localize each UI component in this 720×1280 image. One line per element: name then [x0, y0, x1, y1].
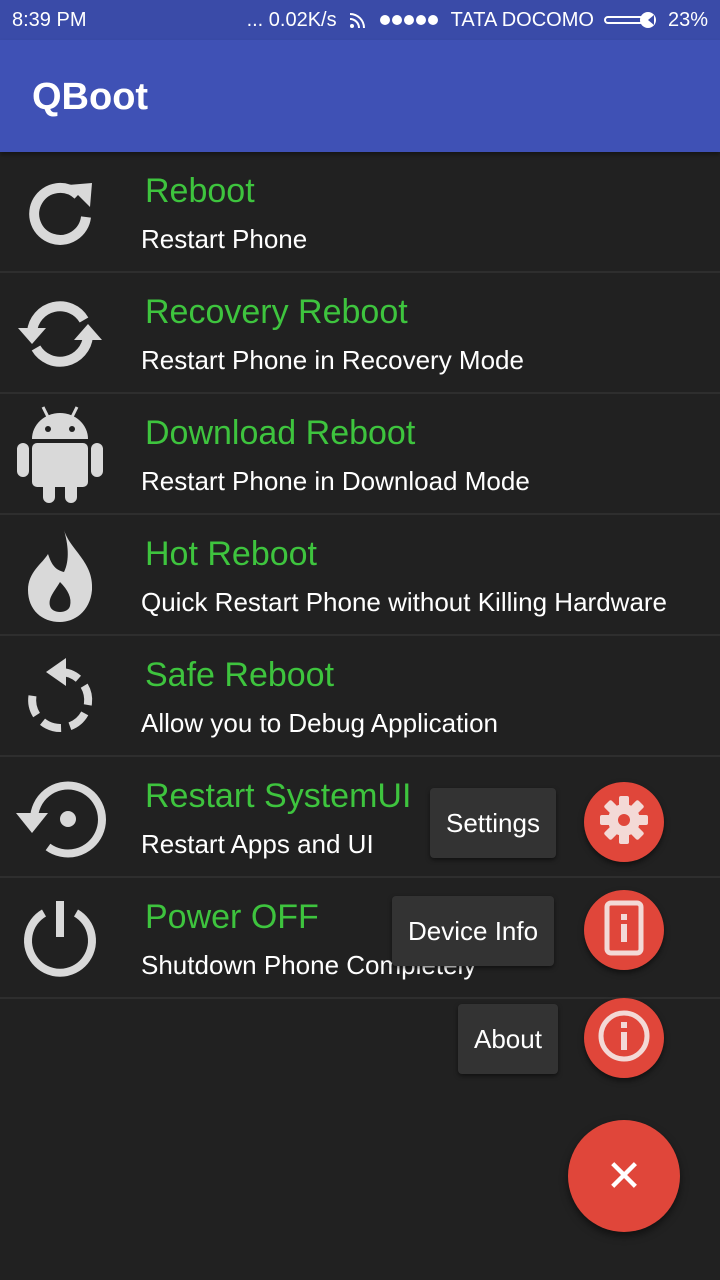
battery-icon [603, 10, 658, 30]
flame-icon [10, 530, 110, 622]
item-subtitle: Restart Phone in Download Mode [141, 466, 530, 496]
close-fab-button[interactable]: ✕ [568, 1120, 680, 1232]
list-item-hot-reboot[interactable]: Hot Reboot Quick Restart Phone without K… [0, 515, 720, 636]
android-icon [10, 406, 110, 503]
sync-icon [10, 289, 110, 379]
list-item-recovery-reboot[interactable]: Recovery Reboot Restart Phone in Recover… [0, 273, 720, 394]
reboot-options-list: Reboot Restart Phone Recovery Reboot Res… [0, 152, 720, 999]
item-subtitle: Quick Restart Phone without Killing Hard… [141, 587, 668, 617]
wifi-icon [347, 9, 369, 31]
carrier-name: TATA DOCOMO [450, 8, 594, 31]
device-info-icon [604, 900, 644, 961]
device-info-button[interactable] [584, 890, 664, 970]
status-bar: 8:39 PM ... 0.02K/s TATA DOCOMO 23% [0, 0, 720, 40]
about-label[interactable]: About [458, 1004, 558, 1074]
list-item-safe-reboot[interactable]: Safe Reboot Allow you to Debug Applicati… [0, 636, 720, 757]
status-time: 8:39 PM [12, 8, 87, 31]
item-subtitle: Restart Phone [141, 224, 308, 254]
settings-label[interactable]: Settings [430, 788, 556, 858]
item-title: Safe Reboot [145, 656, 335, 694]
network-speed: ... 0.02K/s [246, 8, 337, 31]
item-subtitle: Restart Phone in Recovery Mode [141, 345, 524, 375]
app-bar: QBoot [0, 40, 720, 152]
gear-icon [596, 792, 652, 853]
reboot-icon [10, 168, 110, 258]
item-subtitle: Restart Apps and UI [141, 829, 374, 859]
restore-icon [10, 773, 110, 863]
app-title: QBoot [32, 76, 149, 118]
signal-dots-icon [379, 13, 441, 27]
status-right: ... 0.02K/s TATA DOCOMO 23% [247, 9, 708, 32]
item-title: Reboot [145, 172, 255, 210]
item-title: Restart SystemUI [145, 777, 412, 815]
item-subtitle: Allow you to Debug Application [141, 708, 499, 738]
device-info-label[interactable]: Device Info [392, 896, 555, 966]
list-item-reboot[interactable]: Reboot Restart Phone [0, 152, 720, 273]
info-icon [596, 1008, 652, 1069]
item-title: Hot Reboot [145, 535, 317, 573]
about-button[interactable] [584, 998, 664, 1078]
power-icon [10, 894, 110, 984]
battery-level: 23% [667, 8, 708, 31]
safe-restart-icon [10, 652, 110, 742]
item-title: Power OFF [145, 898, 319, 936]
list-item-download-reboot[interactable]: Download Reboot Restart Phone in Downloa… [0, 394, 720, 515]
item-title: Download Reboot [145, 414, 416, 452]
item-title: Recovery Reboot [145, 293, 408, 331]
close-icon: ✕ [605, 1151, 643, 1201]
settings-button[interactable] [584, 782, 664, 862]
